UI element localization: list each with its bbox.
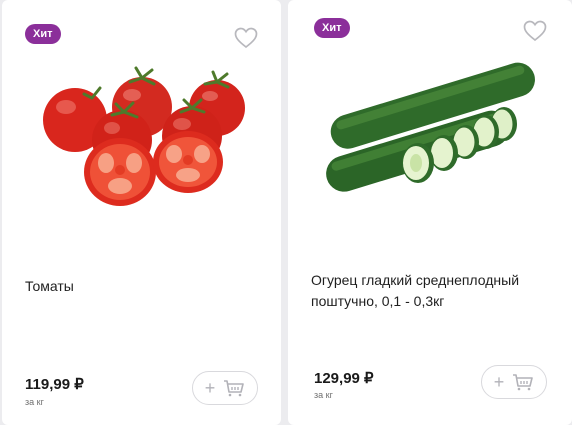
basket-icon	[224, 380, 245, 397]
price-unit: за кг	[25, 397, 44, 407]
product-image-cucumbers[interactable]	[318, 62, 540, 192]
add-to-cart-button[interactable]: +	[192, 371, 258, 405]
basket-icon	[513, 374, 534, 391]
hit-badge: Хит	[25, 24, 61, 44]
plus-icon: +	[204, 378, 216, 398]
product-grid: Хит Томаты 119,99 ₽ за кг + Хит Огурец г…	[0, 0, 572, 425]
product-name[interactable]: Огурец гладкий среднеплодный поштучно, 0…	[311, 270, 556, 312]
product-price: 129,99 ₽	[314, 370, 374, 387]
product-card[interactable]: Хит	[288, 0, 572, 425]
price-unit: за кг	[314, 390, 333, 400]
product-price: 119,99 ₽	[25, 376, 84, 393]
product-card[interactable]: Хит	[2, 0, 281, 425]
add-to-cart-button[interactable]: +	[481, 365, 547, 399]
product-name[interactable]: Томаты	[25, 276, 265, 297]
heart-icon[interactable]	[234, 27, 258, 49]
hit-badge: Хит	[314, 18, 350, 38]
product-image-tomatoes[interactable]	[32, 62, 254, 214]
heart-icon[interactable]	[523, 20, 547, 42]
plus-icon: +	[493, 372, 505, 392]
